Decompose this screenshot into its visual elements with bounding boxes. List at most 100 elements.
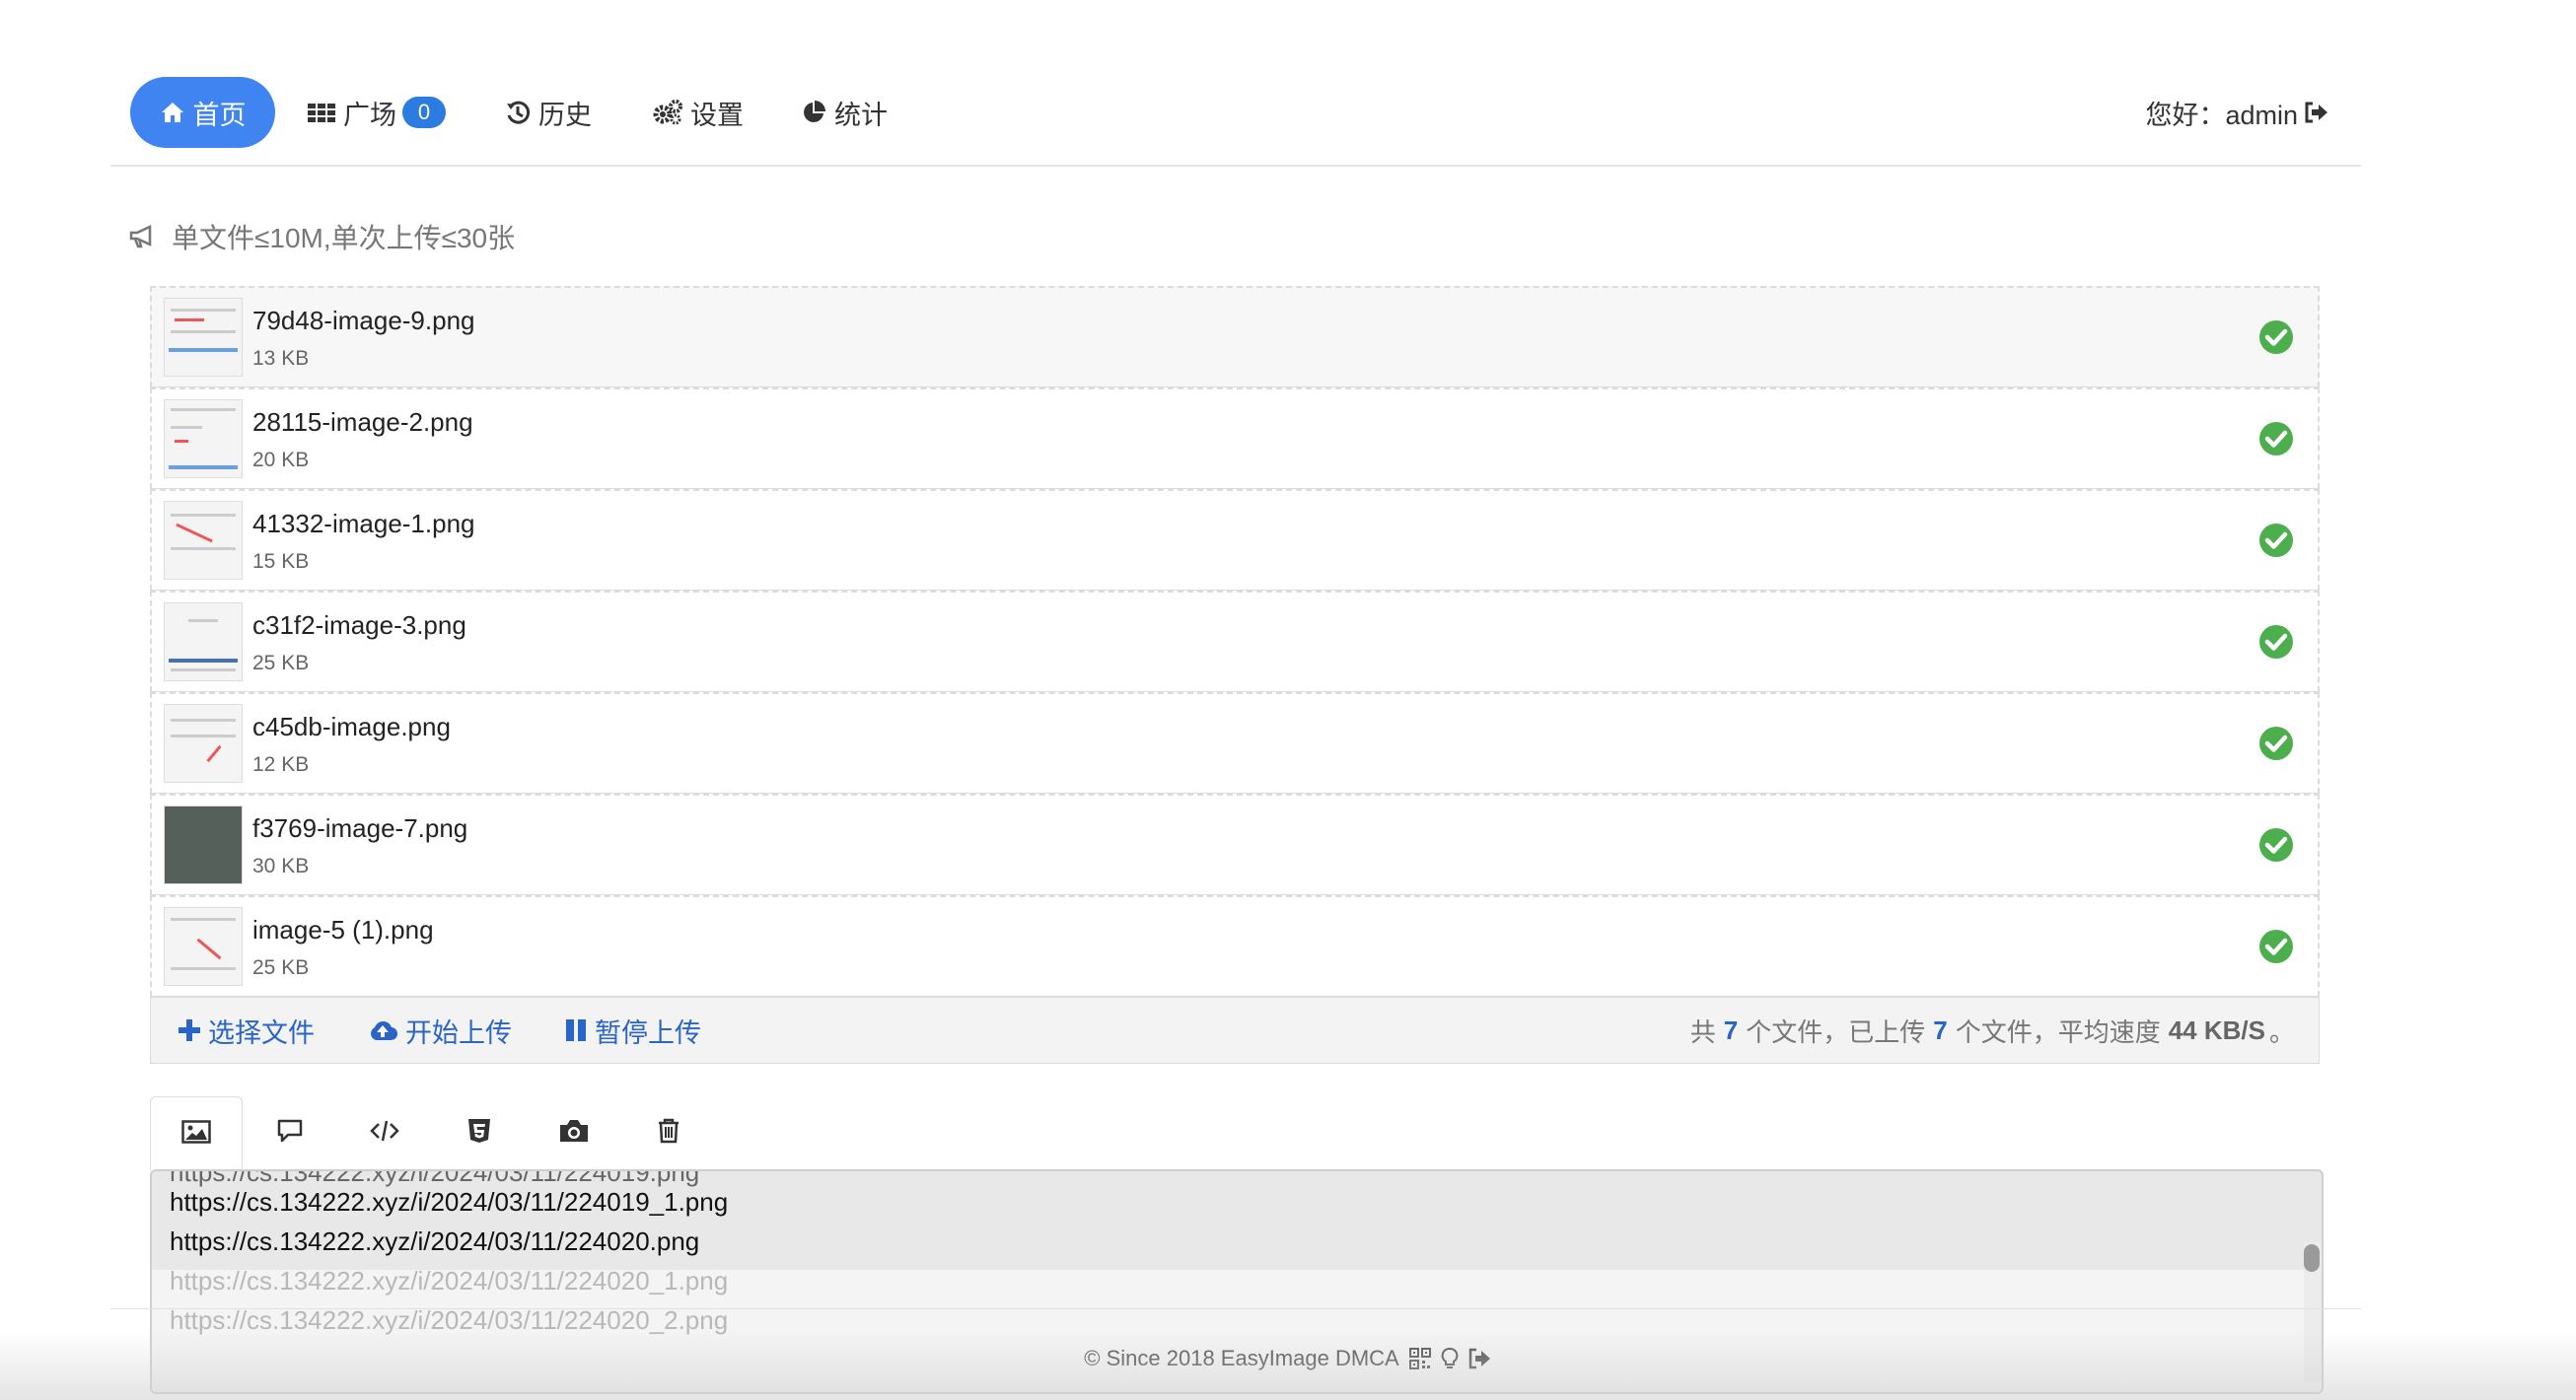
- home-icon: [160, 101, 185, 124]
- select-files-label: 选择文件: [208, 1017, 315, 1048]
- file-thumbnail: [164, 907, 243, 986]
- sign-out-icon[interactable]: [1468, 1348, 1492, 1369]
- check-circle-icon: [2259, 930, 2293, 963]
- tab-code-link[interactable]: [337, 1096, 432, 1169]
- upload-toolbar: 选择文件 开始上传 暂停上传 共 7 个文件，已上传 7 个文件，平均速度 44…: [150, 997, 2320, 1064]
- qrcode-icon[interactable]: [1408, 1348, 1431, 1369]
- greeting-text: 您好：admin: [2145, 100, 2298, 130]
- url-line: https://cs.134222.xyz/i/2024/03/11/22402…: [170, 1266, 729, 1295]
- file-name: 28115-image-2.png: [252, 407, 473, 437]
- footer: © Since 2018 EasyImage DMCA: [0, 1346, 2576, 1371]
- pie-chart-icon: [801, 100, 826, 125]
- nav-divider: [110, 165, 2361, 167]
- file-size: 30 KB: [252, 855, 310, 877]
- url-line: https://cs.134222.xyz/i/2024/03/11/22402…: [170, 1226, 700, 1256]
- stats-total: 7: [1723, 1015, 1739, 1045]
- stats-suffix: 。: [2268, 1016, 2295, 1047]
- stats-prefix: 共: [1689, 1016, 1716, 1047]
- html5-icon: [467, 1118, 491, 1149]
- stats-speed: 44 KB/S: [2168, 1015, 2265, 1045]
- notice-text: 单文件≤10M,单次上传≤30张: [172, 223, 516, 253]
- file-thumbnail: [164, 805, 243, 884]
- select-files-button[interactable]: 选择文件: [179, 1012, 315, 1050]
- file-thumbnail: [164, 501, 243, 580]
- file-row[interactable]: 79d48-image-9.png 13 KB: [150, 286, 2320, 387]
- lightbulb-icon[interactable]: [1441, 1347, 1459, 1370]
- file-row[interactable]: 28115-image-2.png 20 KB: [150, 387, 2320, 489]
- top-nav: 首页 广场 0 历史 设置 统计 您好：admin: [110, 77, 2361, 166]
- tab-html-link[interactable]: [432, 1096, 527, 1169]
- stats-mid: 个文件，已上传: [1746, 1016, 1926, 1047]
- logout-icon[interactable]: [2304, 101, 2329, 124]
- file-size: 12 KB: [252, 753, 310, 776]
- nav-home[interactable]: 首页: [130, 77, 275, 148]
- nav-history-label: 历史: [538, 100, 592, 130]
- bullhorn-icon: [128, 224, 158, 249]
- file-size: 25 KB: [252, 956, 310, 979]
- file-size: 13 KB: [252, 347, 310, 370]
- file-name: c31f2-image-3.png: [252, 610, 466, 640]
- file-name: c45db-image.png: [252, 712, 451, 741]
- file-size: 25 KB: [252, 652, 310, 674]
- file-name: 41332-image-1.png: [252, 509, 475, 538]
- file-list: 79d48-image-9.png 13 KB 28115-image-2.png 2…: [150, 286, 2320, 997]
- nav-plaza-label: 广场: [343, 100, 396, 130]
- tab-comment-link[interactable]: [243, 1096, 337, 1169]
- stats-uploaded: 7: [1933, 1015, 1948, 1045]
- tab-delete[interactable]: [621, 1096, 716, 1169]
- tab-image-link[interactable]: [150, 1096, 243, 1171]
- code-icon: [370, 1119, 399, 1148]
- stats-mid2: 个文件，平均速度: [1955, 1016, 2161, 1047]
- grid-icon: [308, 101, 335, 124]
- file-name: f3769-image-7.png: [252, 813, 468, 843]
- pause-upload-button[interactable]: 暂停上传: [565, 1012, 701, 1050]
- file-row[interactable]: 41332-image-1.png 15 KB: [150, 489, 2320, 591]
- link-format-tabs: [150, 1096, 716, 1171]
- plaza-count-badge: 0: [402, 97, 446, 128]
- url-line: https://cs.134222.xyz/i/2024/03/11/22402…: [170, 1305, 729, 1335]
- start-upload-label: 开始上传: [405, 1017, 512, 1048]
- nav-stats-label: 统计: [834, 100, 888, 130]
- trash-icon: [657, 1118, 680, 1149]
- plus-icon: [179, 1019, 200, 1041]
- file-name: 79d48-image-9.png: [252, 306, 475, 335]
- nav-settings[interactable]: 设置: [653, 77, 744, 148]
- url-line: https://cs.134222.xyz/i/2024/03/11/22401…: [170, 1187, 729, 1217]
- start-upload-button[interactable]: 开始上传: [368, 1012, 512, 1050]
- image-icon: [181, 1119, 211, 1149]
- upload-panel: 79d48-image-9.png 13 KB 28115-image-2.png 2…: [150, 286, 2320, 1064]
- footer-text: © Since 2018 EasyImage DMCA: [1084, 1346, 1399, 1370]
- file-row[interactable]: c31f2-image-3.png 25 KB: [150, 591, 2320, 692]
- check-circle-icon: [2259, 422, 2293, 455]
- nav-stats[interactable]: 统计: [801, 77, 888, 148]
- tab-camera[interactable]: [527, 1096, 621, 1169]
- file-row[interactable]: f3769-image-7.png 30 KB: [150, 794, 2320, 895]
- file-thumbnail: [164, 298, 243, 377]
- history-icon: [505, 100, 531, 125]
- check-circle-icon: [2259, 727, 2293, 760]
- textarea-scroll-thumb[interactable]: [2304, 1244, 2320, 1272]
- check-circle-icon: [2259, 625, 2293, 659]
- upload-notice: 单文件≤10M,单次上传≤30张: [128, 215, 515, 258]
- cloud-upload-icon: [368, 1019, 397, 1041]
- comment-icon: [276, 1118, 304, 1149]
- file-row[interactable]: image-5 (1).png 25 KB: [150, 895, 2320, 997]
- gears-icon: [653, 100, 682, 125]
- user-greeting: 您好：admin: [2145, 77, 2329, 148]
- upload-stats: 共 7 个文件，已上传 7 个文件，平均速度 44 KB/S 。: [1690, 998, 2295, 1063]
- check-circle-icon: [2259, 524, 2293, 557]
- nav-settings-label: 设置: [690, 100, 744, 130]
- check-circle-icon: [2259, 320, 2293, 354]
- footer-divider: [110, 1308, 2361, 1309]
- nav-plaza[interactable]: 广场 0: [308, 77, 446, 148]
- url-line-partial: https://cs.134222.xyz/i/2024/03/11/22401…: [170, 1169, 700, 1187]
- pause-icon: [565, 1018, 587, 1042]
- nav-home-label: 首页: [192, 100, 247, 130]
- file-size: 15 KB: [252, 550, 310, 573]
- file-size: 20 KB: [252, 449, 310, 471]
- file-row[interactable]: c45db-image.png 12 KB: [150, 692, 2320, 794]
- file-thumbnail: [164, 704, 243, 783]
- nav-history[interactable]: 历史: [505, 77, 592, 148]
- file-thumbnail: [164, 602, 243, 681]
- camera-icon: [558, 1118, 590, 1149]
